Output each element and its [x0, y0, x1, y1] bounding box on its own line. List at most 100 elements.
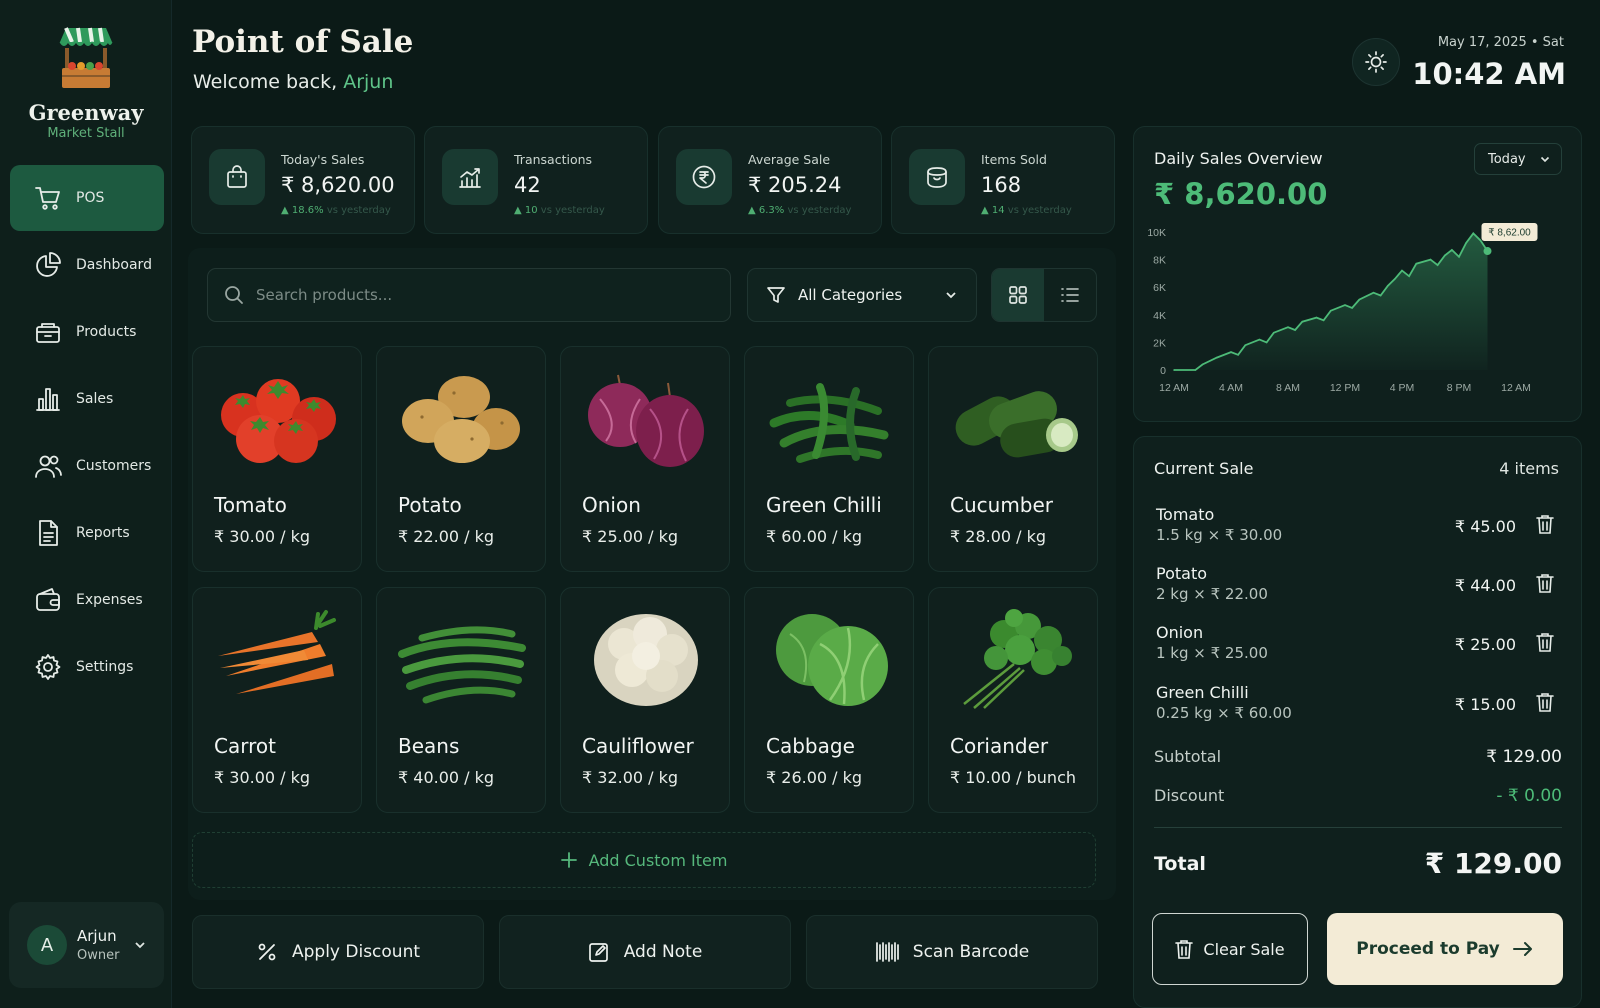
gear-icon — [35, 654, 61, 680]
sidebar-item-settings[interactable]: Settings — [10, 634, 164, 700]
list-view-button[interactable] — [1044, 269, 1096, 321]
bar-chart-icon — [36, 388, 60, 411]
product-name: Onion — [582, 493, 641, 517]
product-name: Green Chilli — [766, 493, 882, 517]
sidebar-item-sales[interactable]: Sales — [10, 366, 164, 432]
wallet-icon — [36, 588, 60, 611]
subtotal-row: Subtotal ₹ 129.00 — [1154, 747, 1562, 767]
stat-card-transactions: Transactions 42 ▲ 10 vs yesterday — [424, 126, 648, 234]
stat-delta-value: ▲ 18.6% — [281, 205, 324, 216]
scan-barcode-button[interactable]: Scan Barcode — [806, 915, 1098, 989]
trash-icon[interactable] — [1536, 514, 1554, 534]
cart-item-name: Tomato — [1156, 505, 1215, 524]
sidebar-item-reports[interactable]: Reports — [10, 500, 164, 566]
product-price: ₹ 32.00 / kg — [582, 768, 679, 787]
welcome-message: Welcome back, Arjun — [193, 71, 393, 93]
theme-toggle-button[interactable] — [1352, 38, 1400, 86]
trash-icon[interactable] — [1536, 632, 1554, 652]
user-menu[interactable]: A Arjun Owner — [9, 902, 164, 988]
sidebar-item-label: Settings — [76, 659, 134, 675]
subtotal-value: ₹ 129.00 — [1486, 747, 1562, 767]
box-icon — [909, 149, 965, 205]
product-card-cucumber[interactable]: Cucumber ₹ 28.00 / kg — [928, 346, 1098, 572]
cart-item-count: 4 items — [1499, 459, 1559, 478]
cart-item-total: ₹ 45.00 — [1454, 517, 1516, 536]
stat-delta-note: vs yesterday — [787, 205, 852, 216]
apply-discount-button[interactable]: Apply Discount — [192, 915, 484, 989]
grid-view-button[interactable] — [992, 269, 1044, 321]
add-custom-item-button[interactable]: Add Custom Item — [192, 832, 1096, 888]
product-card-potato[interactable]: Potato ₹ 22.00 / kg — [376, 346, 546, 572]
stat-card-average-sale: Average Sale ₹ 205.24 ▲ 6.3% vs yesterda… — [658, 126, 882, 234]
view-toggle — [991, 268, 1097, 322]
product-card-beans[interactable]: Beans ₹ 40.00 / kg — [376, 587, 546, 813]
filter-icon — [767, 287, 785, 303]
sidebar-item-customers[interactable]: Customers — [10, 433, 164, 499]
cart-line-item[interactable]: Potato 2 kg × ₹ 22.00 ₹ 44.00 — [1156, 564, 1566, 614]
note-edit-icon — [588, 943, 608, 962]
product-card-carrot[interactable]: Carrot ₹ 30.00 / kg — [192, 587, 362, 813]
tomato-image — [221, 379, 336, 463]
product-name: Coriander — [950, 734, 1049, 758]
sidebar-item-dashboard[interactable]: Dashboard — [10, 232, 164, 298]
grid-icon — [1009, 286, 1027, 304]
green-chilli-image — [769, 383, 889, 463]
beans-image — [398, 626, 526, 704]
product-card-tomato[interactable]: Tomato ₹ 30.00 / kg — [192, 346, 362, 572]
proceed-to-pay-button[interactable]: Proceed to Pay — [1327, 913, 1563, 985]
stat-label: Today's Sales — [281, 152, 365, 167]
plus-icon — [560, 852, 577, 868]
sidebar-item-label: Sales — [76, 391, 114, 407]
cart-line-item[interactable]: Tomato 1.5 kg × ₹ 30.00 ₹ 45.00 — [1156, 505, 1566, 555]
product-card-coriander[interactable]: Coriander ₹ 10.00 / bunch — [928, 587, 1098, 813]
sidebar-item-label: Products — [76, 324, 137, 340]
stat-value: ₹ 205.24 — [748, 173, 842, 197]
product-card-cabbage[interactable]: Cabbage ₹ 26.00 / kg — [744, 587, 914, 813]
sidebar-item-pos[interactable]: POS — [10, 165, 164, 231]
proceed-to-pay-label: Proceed to Pay — [1356, 939, 1500, 959]
product-card-green-chilli[interactable]: Green Chilli ₹ 60.00 / kg — [744, 346, 914, 572]
add-custom-item-label: Add Custom Item — [588, 850, 728, 870]
cart-line-item[interactable]: Green Chilli 0.25 kg × ₹ 60.00 ₹ 15.00 — [1156, 683, 1566, 733]
stat-value: 42 — [514, 173, 541, 197]
cart-item-name: Onion — [1156, 623, 1204, 642]
stat-delta-note: vs yesterday — [1007, 205, 1072, 216]
stat-delta: ▲ 10 vs yesterday — [514, 205, 605, 216]
search-input[interactable] — [256, 286, 696, 304]
clear-sale-button[interactable]: Clear Sale — [1152, 913, 1308, 985]
brand-logo[interactable]: Greenway Market Stall — [0, 22, 172, 141]
sidebar-item-label: Customers — [76, 458, 152, 474]
brand-subtitle: Market Stall — [47, 126, 125, 141]
stat-label: Items Sold — [981, 152, 1047, 167]
stat-delta-note: vs yesterday — [326, 205, 391, 216]
current-sale-panel: Current Sale 4 items Tomato 1.5 kg × ₹ 3… — [1133, 436, 1582, 1008]
chevron-down-icon — [135, 942, 146, 949]
current-date: May 17, 2025 • Sat — [1437, 35, 1564, 50]
trash-icon[interactable] — [1536, 692, 1554, 712]
y-axis-tick-label: 10K — [1147, 227, 1166, 239]
trash-icon[interactable] — [1536, 573, 1554, 593]
scan-barcode-label: Scan Barcode — [912, 942, 1030, 962]
product-card-onion[interactable]: Onion ₹ 25.00 / kg — [560, 346, 730, 572]
sidebar-item-label: Dashboard — [76, 257, 152, 273]
sidebar: Greenway Market Stall POS Dashboard Prod… — [0, 0, 172, 1008]
overview-range-value: Today — [1488, 151, 1526, 167]
product-name: Potato — [398, 493, 462, 517]
search-bar[interactable] — [207, 268, 731, 322]
chart-peak-badge: ₹ 8,62.00 — [1481, 223, 1538, 242]
category-filter-dropdown[interactable]: All Categories — [747, 268, 977, 322]
cart-line-item[interactable]: Onion 1 kg × ₹ 25.00 ₹ 25.00 — [1156, 623, 1566, 673]
sidebar-item-expenses[interactable]: Expenses — [10, 567, 164, 633]
total-value: ₹ 129.00 — [1424, 847, 1562, 880]
stat-value: 168 — [981, 173, 1022, 197]
divider — [1154, 827, 1562, 828]
product-card-cauliflower[interactable]: Cauliflower ₹ 32.00 / kg — [560, 587, 730, 813]
overview-range-dropdown[interactable]: Today — [1474, 143, 1562, 175]
rupee-coin-icon — [676, 149, 732, 205]
sidebar-item-products[interactable]: Products — [10, 299, 164, 365]
total-row: Total ₹ 129.00 — [1154, 847, 1562, 880]
add-note-button[interactable]: Add Note — [499, 915, 791, 989]
stat-card-items-sold: Items Sold 168 ▲ 14 vs yesterday — [891, 126, 1115, 234]
sidebar-item-label: Reports — [76, 525, 130, 541]
report-icon — [39, 520, 58, 546]
